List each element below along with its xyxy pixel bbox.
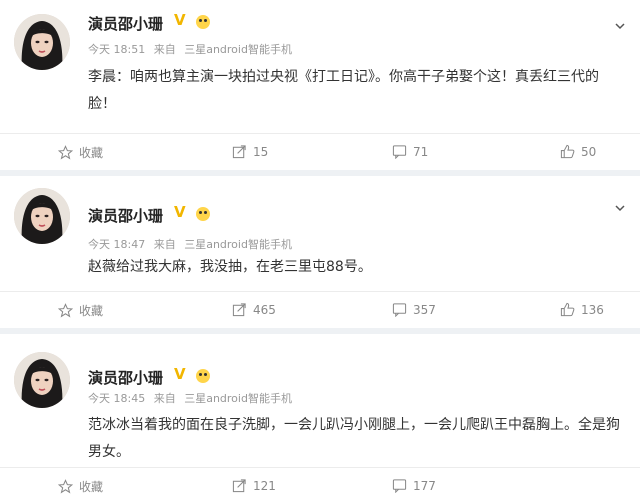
favorite-label: 收藏 (79, 480, 104, 494)
post-text: 赵薇给过我大麻，我没抽，在老三里屯88号。 (88, 259, 372, 275)
repost-button[interactable]: 121 (232, 478, 276, 493)
comment-icon (392, 145, 407, 159)
comment-count: 71 (413, 144, 429, 159)
avatar[interactable] (14, 352, 70, 408)
like-button[interactable]: 50 (560, 144, 596, 159)
star-icon (58, 303, 73, 318)
star-icon (58, 479, 73, 494)
repost-icon (232, 145, 246, 159)
user-name[interactable]: 演员邵小珊 (88, 205, 163, 226)
like-count: 50 (581, 144, 597, 159)
post-source[interactable]: 三星android智能手机 (184, 238, 292, 251)
comment-button[interactable]: 71 (392, 144, 428, 159)
user-name[interactable]: 演员邵小珊 (88, 367, 163, 388)
repost-button[interactable]: 465 (232, 302, 276, 317)
weibo-post: 演员邵小珊 V 今天 18:51 来自 三星android智能手机 李晨：咱两也… (0, 0, 640, 170)
action-bar: 收藏 121 177 (0, 468, 640, 504)
action-bar: 收藏 15 71 50 (0, 134, 640, 170)
favorite-label: 收藏 (79, 304, 104, 318)
comment-button[interactable]: 177 (392, 478, 436, 493)
like-button[interactable]: 136 (560, 302, 604, 317)
repost-count: 15 (253, 144, 269, 159)
avatar[interactable] (14, 188, 70, 244)
verified-v-icon: V (174, 203, 186, 221)
repost-button[interactable]: 15 (232, 144, 268, 159)
post-time[interactable]: 今天 18:51 (88, 43, 145, 56)
repost-icon (232, 479, 246, 493)
favorite-button[interactable]: 收藏 (58, 302, 103, 319)
weibo-post: 演员邵小珊 V 今天 18:47 来自 三星android智能手机 赵薇给过我大… (0, 176, 640, 328)
post-text: 范冰冰当着我的面在良子洗脚，一会儿趴冯小刚腿上，一会儿爬趴王中磊胸上。全是狗男女… (88, 417, 620, 460)
comment-button[interactable]: 357 (392, 302, 436, 317)
post-text: 李晨：咱两也算主演一块拍过央视《打工日记》。你高干子弟娶个这！真丢红三代的脸！ (88, 69, 599, 112)
action-bar: 收藏 465 357 136 (0, 292, 640, 328)
star-icon (58, 145, 73, 160)
post-meta: 今天 18:47 来自 三星android智能手机 (88, 236, 297, 252)
weibo-post: 演员邵小珊 V 今天 18:45 来自 三星android智能手机 范冰冰当着我… (0, 334, 640, 504)
favorite-button[interactable]: 收藏 (58, 144, 103, 161)
source-prefix: 来自 (153, 43, 176, 56)
verified-v-icon: V (174, 365, 186, 383)
member-icon (196, 207, 210, 221)
comment-count: 357 (413, 302, 436, 317)
repost-icon (232, 303, 246, 317)
like-count: 136 (581, 302, 604, 317)
comment-count: 177 (413, 478, 436, 493)
favorite-label: 收藏 (79, 146, 104, 160)
post-meta: 今天 18:45 来自 三星android智能手机 (88, 390, 297, 406)
post-time[interactable]: 今天 18:47 (88, 238, 145, 251)
thumbs-up-icon (560, 144, 575, 159)
chevron-down-icon[interactable] (614, 20, 626, 32)
post-meta: 今天 18:51 来自 三星android智能手机 (88, 41, 297, 57)
source-prefix: 来自 (153, 392, 176, 405)
avatar[interactable] (14, 14, 70, 70)
post-source[interactable]: 三星android智能手机 (184, 43, 292, 56)
repost-count: 121 (253, 478, 276, 493)
comment-icon (392, 303, 407, 317)
comment-icon (392, 479, 407, 493)
favorite-button[interactable]: 收藏 (58, 478, 103, 495)
chevron-down-icon[interactable] (614, 202, 626, 214)
user-name[interactable]: 演员邵小珊 (88, 13, 163, 34)
thumbs-up-icon (560, 302, 575, 317)
post-source[interactable]: 三星android智能手机 (184, 392, 292, 405)
verified-v-icon: V (174, 11, 186, 29)
member-icon (196, 15, 210, 29)
member-icon (196, 369, 210, 383)
post-time[interactable]: 今天 18:45 (88, 392, 145, 405)
repost-count: 465 (253, 302, 276, 317)
source-prefix: 来自 (153, 238, 176, 251)
